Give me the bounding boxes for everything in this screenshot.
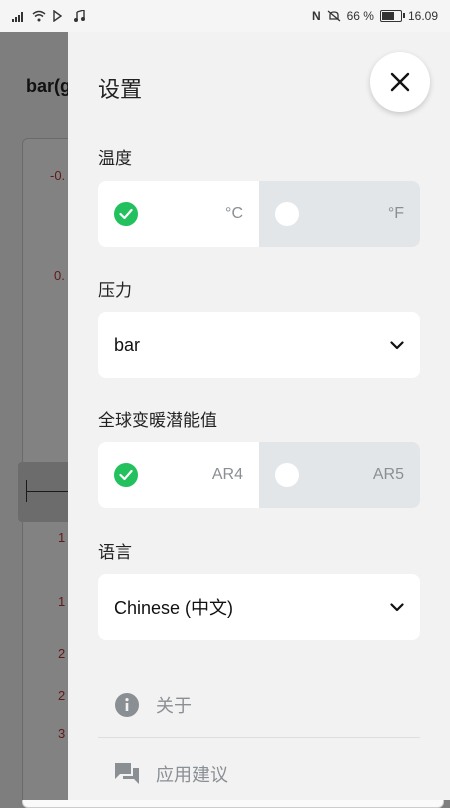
close-button[interactable] xyxy=(370,52,430,112)
gwp-option-ar4[interactable]: AR4 xyxy=(98,442,259,508)
chat-icon xyxy=(114,761,140,787)
signal-icon xyxy=(12,12,23,22)
about-item[interactable]: 关于 xyxy=(98,673,420,737)
temperature-label: 温度 xyxy=(98,149,132,168)
radio-checked-icon xyxy=(114,202,138,226)
pressure-select[interactable]: bar xyxy=(98,312,420,378)
radio-checked-icon xyxy=(114,463,138,487)
temperature-option-label: °F xyxy=(387,205,404,222)
gwp-option-label: AR4 xyxy=(211,466,243,483)
info-icon xyxy=(114,692,140,718)
radio-unchecked-icon xyxy=(275,202,299,226)
radio-unchecked-icon xyxy=(275,463,299,487)
chevron-down-icon xyxy=(390,602,404,611)
media-icon xyxy=(53,10,63,22)
temperature-option-label: °C xyxy=(225,205,243,222)
gwp-option-label: AR5 xyxy=(372,466,404,483)
menu-divider xyxy=(98,737,420,738)
nfc-icon: N xyxy=(311,9,321,23)
feedback-label: 应用建议 xyxy=(156,765,228,785)
language-value: Chinese (中文) xyxy=(114,598,234,618)
pressure-label: 压力 xyxy=(98,281,132,300)
mute-icon xyxy=(327,10,341,22)
status-left xyxy=(12,10,86,22)
about-label: 关于 xyxy=(156,696,192,716)
language-label: 语言 xyxy=(98,543,132,562)
temperature-toggle: °C °F xyxy=(98,181,420,247)
chevron-down-icon xyxy=(390,340,404,349)
gwp-toggle: AR4 AR5 xyxy=(98,442,420,508)
music-note-icon xyxy=(74,10,85,22)
settings-drawer: 设置 温度 °C °F 压力 bar 全球变暖潜能值 AR4 AR5 语言 Ch… xyxy=(68,32,450,800)
battery-percent: 66 % xyxy=(346,9,374,23)
gwp-option-ar5[interactable]: AR5 xyxy=(259,442,420,508)
feedback-item[interactable]: 应用建议 xyxy=(98,742,420,806)
wifi-icon xyxy=(32,10,46,22)
gwp-label: 全球变暖潜能值 xyxy=(98,411,217,430)
pressure-value: bar xyxy=(114,334,141,355)
temperature-option-fahrenheit[interactable]: °F xyxy=(259,181,420,247)
close-icon xyxy=(390,72,410,92)
status-right: N 66 % 16.09 xyxy=(312,9,438,23)
status-time: 16.09 xyxy=(407,9,438,23)
status-bar: N 66 % 16.09 xyxy=(0,0,450,32)
temperature-option-celsius[interactable]: °C xyxy=(98,181,259,247)
settings-title: 设置 xyxy=(98,77,143,102)
battery-icon xyxy=(379,10,405,22)
language-select[interactable]: Chinese (中文) xyxy=(98,574,420,640)
